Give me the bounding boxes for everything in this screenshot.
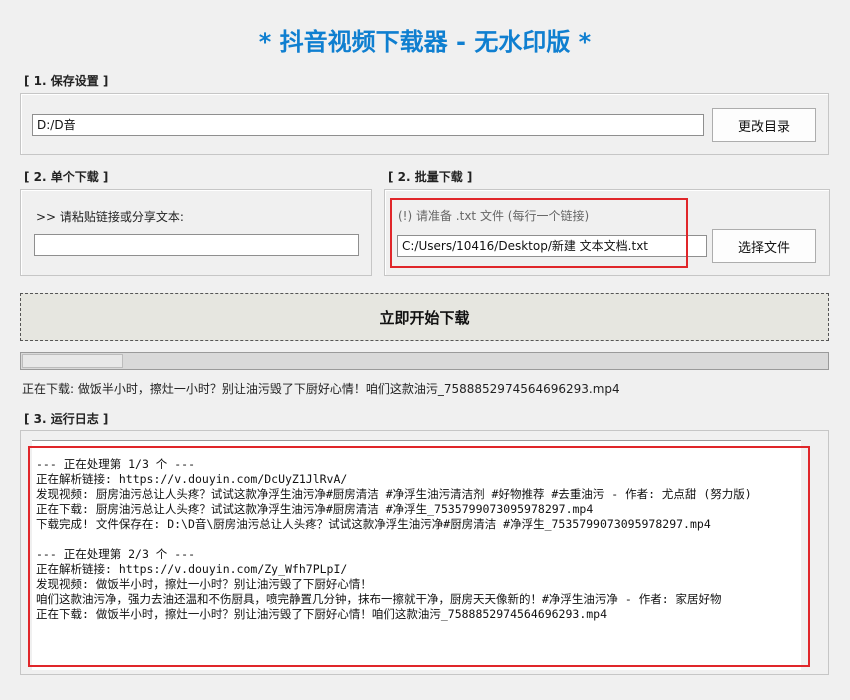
log-line: 正在解析链接: https://v.douyin.com/Zy_Wfh7PLpI… bbox=[36, 562, 348, 576]
log-line: 下载完成! 文件保存在: D:\D音\厨房油污总让人头疼？试试这款净浮生油污净#… bbox=[36, 517, 711, 531]
log-text-area[interactable]: --- 正在处理第 1/3 个 --- 正在解析链接: https://v.dou… bbox=[32, 440, 801, 670]
app-title: * 抖音视频下载器 - 无水印版 * bbox=[258, 28, 592, 56]
log-line: 咱们这款油污净，强力去油还温和不伤厨具，喷完静置几分钟，抹布一擦就干净，厨房天天… bbox=[36, 592, 722, 606]
download-status-text: 正在下载: 做饭半小时，擦灶一小时？别让油污毁了下厨好心情！咱们这款油污_758… bbox=[22, 382, 620, 396]
choose-file-button[interactable]: 选择文件 bbox=[712, 229, 816, 263]
batch-file-path-input[interactable]: C:/Users/10416/Desktop/新建 文本文档.txt bbox=[397, 235, 707, 257]
change-directory-button[interactable]: 更改目录 bbox=[712, 108, 816, 142]
log-line: 发现视频: 做饭半小时，擦灶一小时？别让油污毁了下厨好心情！ bbox=[36, 577, 372, 591]
single-download-frame bbox=[20, 189, 372, 276]
batch-download-label: [ 2. 批量下载 ] bbox=[388, 170, 473, 184]
single-download-label: [ 2. 单个下载 ] bbox=[24, 170, 109, 184]
single-download-prompt: >> 请粘贴链接或分享文本: bbox=[36, 210, 184, 224]
save-path-input[interactable]: D:/D音 bbox=[32, 114, 704, 136]
log-line: 正在下载: 厨房油污总让人头疼？试试这款净浮生油污净#厨房清洁 #净浮生_753… bbox=[36, 502, 594, 516]
log-line: 正在下载: 做饭半小时，擦灶一小时？别让油污毁了下厨好心情！咱们这款油污_758… bbox=[36, 607, 608, 621]
save-settings-label: [ 1. 保存设置 ] bbox=[24, 74, 109, 88]
download-progress-bar bbox=[20, 352, 829, 370]
log-line: 发现视频: 厨房油污总让人头疼？试试这款净浮生油污净#厨房清洁 #净浮生油污清洁… bbox=[36, 487, 752, 501]
batch-hint: (!) 请准备 .txt 文件 (每行一个链接) bbox=[398, 209, 590, 223]
start-download-button[interactable]: 立即开始下载 bbox=[20, 293, 829, 341]
link-input[interactable] bbox=[34, 234, 359, 256]
log-label: [ 3. 运行日志 ] bbox=[24, 412, 109, 426]
log-line: 正在解析链接: https://v.douyin.com/DcUyZ1JlRvA… bbox=[36, 472, 348, 486]
log-line: --- 正在处理第 1/3 个 --- bbox=[36, 457, 196, 471]
progress-fill bbox=[22, 354, 123, 368]
log-line: --- 正在处理第 2/3 个 --- bbox=[36, 547, 196, 561]
